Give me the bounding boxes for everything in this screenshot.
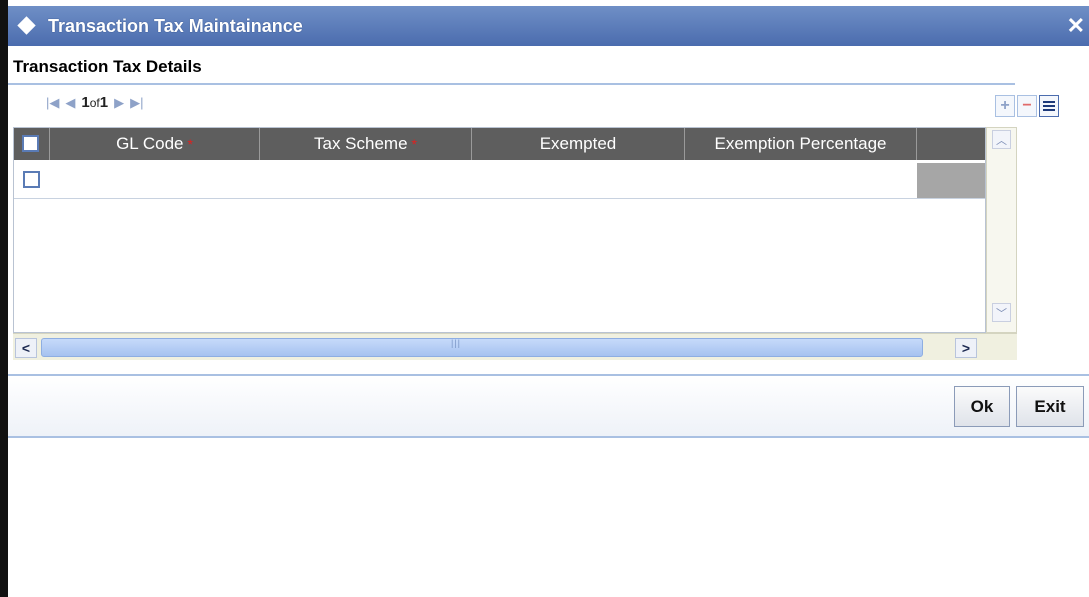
scroll-left-icon[interactable]: < bbox=[15, 338, 37, 358]
title-bar: Transaction Tax Maintainance ✕ bbox=[8, 6, 1089, 46]
current-page: 1 bbox=[81, 94, 90, 111]
header-exemption-percentage[interactable]: Exemption Percentage bbox=[685, 128, 917, 160]
total-pages: 1 bbox=[99, 94, 109, 111]
pager: |◀ ◀ 1of1 ▶ ▶| bbox=[46, 94, 143, 111]
gl-code-cell[interactable] bbox=[50, 161, 260, 198]
add-row-button[interactable]: + bbox=[995, 95, 1015, 117]
header-tax-scheme[interactable]: Tax Scheme * bbox=[260, 128, 472, 160]
tax-scheme-cell[interactable] bbox=[260, 161, 472, 198]
exemption-percentage-cell[interactable] bbox=[685, 161, 917, 198]
close-icon[interactable]: ✕ bbox=[1067, 13, 1085, 39]
row-select-checkbox[interactable] bbox=[23, 171, 40, 188]
scroll-grip-icon: ||| bbox=[451, 338, 462, 348]
window-title: Transaction Tax Maintainance bbox=[48, 16, 303, 36]
header-exemption-percentage-label: Exemption Percentage bbox=[714, 134, 887, 153]
delete-row-button[interactable]: − bbox=[1017, 95, 1037, 117]
row-filler-cell bbox=[917, 163, 985, 198]
section-divider bbox=[8, 83, 1015, 85]
scroll-right-icon[interactable]: > bbox=[955, 338, 977, 358]
vertical-scrollbar[interactable]: ︿ ﹀ bbox=[986, 127, 1017, 333]
ok-button[interactable]: Ok bbox=[954, 386, 1010, 427]
exit-button[interactable]: Exit bbox=[1016, 386, 1084, 427]
tax-details-grid: GL Code * Tax Scheme * Exempted Exemption … bbox=[13, 127, 986, 333]
required-marker: * bbox=[411, 136, 417, 152]
horizontal-scrollbar[interactable]: < ||| > bbox=[13, 333, 1017, 360]
scroll-down-icon[interactable]: ﹀ bbox=[992, 303, 1011, 322]
footer-bar bbox=[8, 374, 1089, 438]
single-record-view-button[interactable] bbox=[1039, 95, 1059, 117]
horizontal-scroll-thumb[interactable] bbox=[41, 338, 923, 357]
single-record-view-icon bbox=[1043, 100, 1055, 111]
previous-page-icon[interactable]: ◀ bbox=[65, 95, 75, 111]
header-exempted-label: Exempted bbox=[539, 134, 617, 153]
header-exempted[interactable]: Exempted bbox=[472, 128, 685, 160]
grid-header: GL Code * Tax Scheme * Exempted Exemption … bbox=[14, 128, 985, 160]
header-select-cell bbox=[14, 128, 50, 160]
select-all-checkbox[interactable] bbox=[22, 135, 39, 152]
exempted-cell[interactable] bbox=[472, 161, 685, 198]
section-title: Transaction Tax Details bbox=[13, 57, 202, 76]
table-row[interactable] bbox=[14, 161, 985, 199]
required-marker: * bbox=[187, 136, 193, 152]
last-page-icon[interactable]: ▶| bbox=[130, 95, 143, 111]
scroll-up-icon[interactable]: ︿ bbox=[992, 130, 1011, 149]
first-page-icon[interactable]: |◀ bbox=[46, 95, 59, 111]
next-page-icon[interactable]: ▶ bbox=[114, 95, 124, 111]
header-gl-code-label: GL Code bbox=[116, 134, 184, 153]
page-indicator: 1of1 bbox=[81, 94, 108, 111]
window-diamond-icon bbox=[17, 16, 36, 35]
header-tax-scheme-label: Tax Scheme bbox=[314, 134, 408, 153]
page-of-label: of bbox=[89, 96, 100, 110]
header-gl-code[interactable]: GL Code * bbox=[50, 128, 260, 160]
